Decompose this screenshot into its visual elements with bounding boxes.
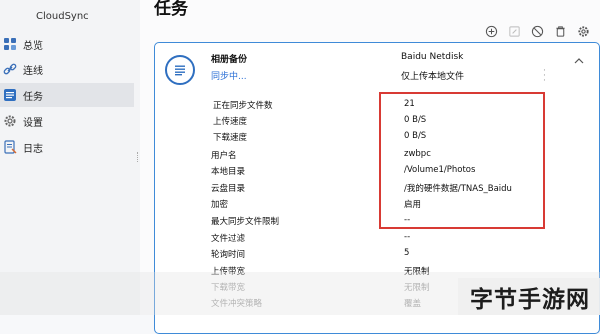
app-title: CloudSync [36, 11, 89, 22]
more-options-icon[interactable]: · · · [543, 67, 549, 86]
link-icon [3, 62, 17, 76]
detail-label: 轮询时间 [211, 250, 246, 260]
detail-row-cloud-dir: 云盘目录/我的硬件数据/TNAS_Baidu [211, 182, 512, 194]
sidebar-item-overview[interactable]: 总览 [0, 32, 134, 56]
detail-label: 正在同步文件数 [213, 101, 273, 111]
task-list-icon [165, 55, 195, 85]
detail-label: 下载速度 [213, 133, 248, 143]
detail-row-file-filter: 文件过滤 -- [211, 232, 410, 244]
settings-icon[interactable] [576, 24, 590, 38]
task-provider: Baidu Netdisk [401, 52, 464, 62]
detail-label: 文件过滤 [211, 234, 246, 244]
page-title: 任务 [154, 0, 188, 19]
sidebar-item-label: 日志 [23, 143, 43, 155]
detail-label: 云盘目录 [211, 184, 246, 194]
detail-row-username: 用户名 zwbpc [211, 149, 431, 161]
sidebar-item-label: 连线 [23, 65, 43, 77]
sidebar-item-label: 设置 [23, 117, 43, 129]
watermark-text: 字节手游网 [470, 287, 590, 313]
grid-icon [3, 37, 17, 51]
detail-row-poll-interval: 轮询时间 5 [211, 248, 409, 260]
detail-row-local-dir: 本地目录/Volume1/Photos [211, 165, 475, 177]
highlight-annotation-box [379, 92, 545, 229]
toolbar [484, 24, 590, 38]
sidebar-item-settings[interactable]: 设置 [0, 109, 134, 133]
delete-icon[interactable] [553, 24, 567, 38]
sidebar-item-tasks[interactable]: 任务 [0, 83, 134, 107]
detail-value: 5 [404, 248, 410, 258]
detail-row-syncing-count: 正在同步文件数 21 [211, 99, 415, 111]
sidebar-item-label: 任务 [23, 91, 43, 103]
detail-label: 用户名 [211, 151, 237, 161]
main-panel: 任务 相册备份 同步中... Baidu Netdisk 仅上传本地文件 · · ·… [140, 0, 600, 334]
sidebar-item-logs[interactable]: 日志 [0, 135, 134, 159]
chevron-up-icon[interactable] [573, 55, 585, 67]
sidebar-item-connections[interactable]: 连线 [0, 57, 134, 81]
log-icon [3, 140, 17, 154]
detail-row-upload-speed: 上传速度 0 B/S [211, 115, 426, 127]
detail-row-encryption: 加密 启用 [211, 198, 421, 210]
sidebar-item-label: 总览 [23, 40, 43, 52]
sidebar: CloudSync 总览 连线 任务 设置 日志 [0, 0, 140, 315]
detail-label: 最大同步文件限制 [211, 217, 280, 227]
task-list-icon [3, 88, 17, 102]
detail-label: 加密 [211, 200, 229, 210]
add-icon[interactable] [484, 24, 498, 38]
detail-row-max-files: 最大同步文件限制 -- [211, 215, 410, 227]
pause-icon[interactable] [530, 24, 544, 38]
detail-label: 本地目录 [211, 167, 246, 177]
detail-value: -- [404, 232, 411, 242]
edit-icon[interactable] [507, 24, 521, 38]
task-name: 相册备份 [211, 55, 248, 65]
task-status: 同步中... [211, 72, 247, 82]
gear-icon [3, 114, 17, 128]
task-sync-direction: 仅上传本地文件 [401, 72, 465, 82]
detail-label: 上传速度 [213, 117, 248, 127]
detail-row-download-speed: 下载速度 0 B/S [211, 131, 426, 143]
